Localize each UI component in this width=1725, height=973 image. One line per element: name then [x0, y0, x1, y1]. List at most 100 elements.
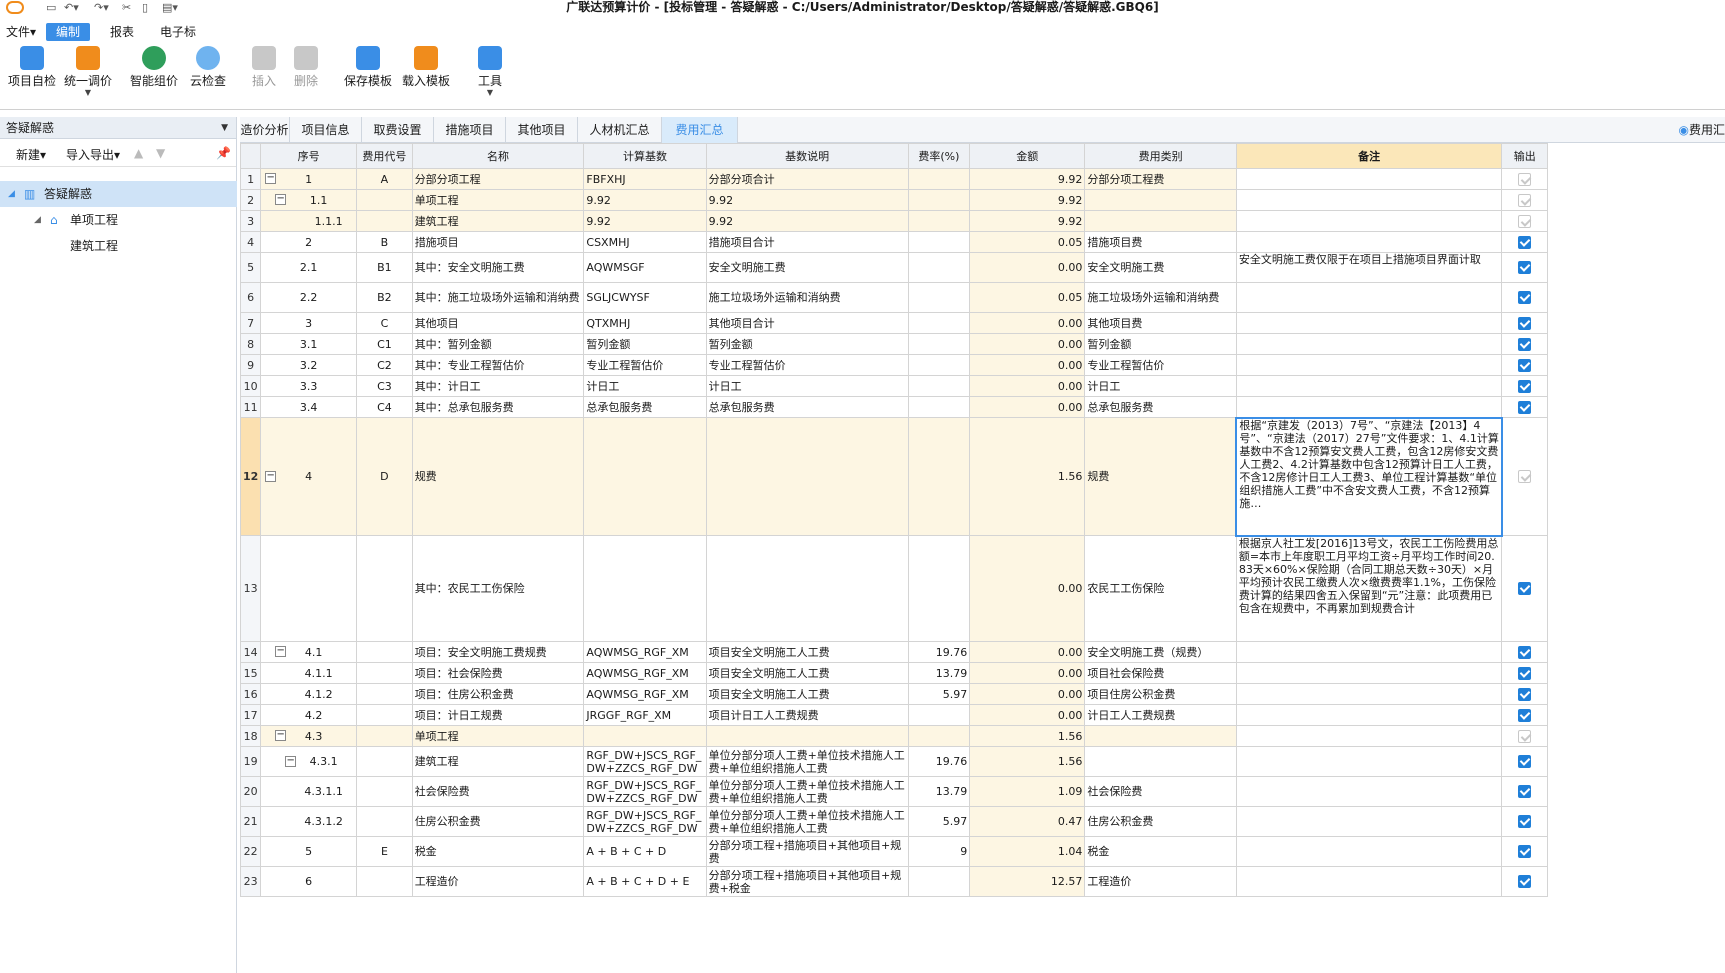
desc-cell[interactable]: 施工垃圾场外运输和消纳费: [705, 282, 909, 313]
column-header[interactable]: 费用类别: [1084, 143, 1237, 169]
amount-cell[interactable]: 0.00: [969, 312, 1086, 334]
tab-0[interactable]: 造价分析: [240, 117, 290, 143]
desc-cell[interactable]: 项目计日工人工费规费: [705, 704, 909, 726]
note-cell[interactable]: [1235, 375, 1503, 397]
output-cell[interactable]: [1501, 662, 1548, 684]
seq-cell[interactable]: − 1.1: [260, 189, 358, 211]
base-cell[interactable]: AQWMSG_RGF_XM: [583, 662, 707, 684]
desc-cell[interactable]: 专业工程暂估价: [705, 354, 909, 376]
row-number-cell[interactable]: 20: [239, 776, 262, 807]
category-cell[interactable]: [1084, 746, 1237, 777]
base-cell[interactable]: 暂列金额: [583, 333, 707, 355]
base-cell[interactable]: 总承包服务费: [583, 396, 707, 418]
amount-cell[interactable]: 1.56: [969, 417, 1086, 536]
note-cell[interactable]: 根据“京建发（2013）7号”、“京建法【2013】4号”、“京建法（2017）…: [1235, 416, 1503, 537]
code-cell[interactable]: [356, 776, 413, 807]
seq-cell[interactable]: −4: [260, 417, 358, 536]
tree-item-unit[interactable]: ◢ ⌂ 单项工程: [0, 207, 237, 233]
amount-cell[interactable]: 12.57: [969, 866, 1086, 897]
note-cell[interactable]: [1235, 725, 1503, 747]
seq-cell[interactable]: − 4.1: [260, 641, 358, 663]
base-cell[interactable]: RGF_DW+JSCS_RGF_DW+ZZCS_RGF_DW: [583, 746, 707, 777]
row-number-cell[interactable]: 12: [239, 417, 262, 536]
amount-cell[interactable]: 0.00: [969, 704, 1086, 726]
table-row[interactable]: 22 5 E 税金 A + B + C + D 分部分项工程+措施项目+其他项目+规费 9 1…: [239, 836, 1548, 867]
tab-2[interactable]: 取费设置: [362, 117, 434, 143]
row-number-cell[interactable]: 1: [239, 168, 262, 190]
code-cell[interactable]: [356, 746, 413, 777]
table-row[interactable]: 8 3.1 C1 其中：暂列金额 暂列金额 暂列金额 0.00 暂列金额: [239, 333, 1548, 355]
category-cell[interactable]: 安全文明施工费（规费）: [1084, 641, 1237, 663]
output-checkbox[interactable]: [1518, 358, 1532, 372]
output-checkbox[interactable]: [1518, 785, 1532, 799]
amount-cell[interactable]: 0.05: [969, 231, 1086, 253]
code-cell[interactable]: E: [356, 836, 413, 867]
name-cell[interactable]: 单项工程: [411, 189, 585, 211]
code-cell[interactable]: [356, 704, 413, 726]
note-cell[interactable]: 安全文明施工费仅限于在项目上措施项目界面计取: [1235, 252, 1503, 283]
rate-cell[interactable]: 19.76: [907, 641, 971, 663]
output-checkbox[interactable]: [1518, 729, 1532, 743]
output-cell[interactable]: [1501, 189, 1548, 211]
desc-cell[interactable]: 分部分项工程+措施项目+其他项目+规费+税金: [705, 866, 909, 897]
amount-cell[interactable]: 0.00: [969, 252, 1086, 283]
base-cell[interactable]: CSXMHJ: [583, 231, 707, 253]
category-cell[interactable]: [1084, 725, 1237, 747]
output-checkbox[interactable]: [1518, 815, 1532, 829]
base-cell[interactable]: FBFXHJ: [583, 168, 707, 190]
collapse-icon[interactable]: −: [265, 470, 277, 482]
rate-cell[interactable]: [907, 252, 971, 283]
note-cell[interactable]: [1235, 354, 1503, 376]
amount-cell[interactable]: 0.00: [969, 535, 1086, 642]
code-cell[interactable]: [356, 662, 413, 684]
delete-button[interactable]: 删除: [294, 46, 318, 89]
amount-cell[interactable]: 0.00: [969, 683, 1086, 705]
seq-cell[interactable]: 4.3.1.2: [260, 806, 358, 837]
amount-cell[interactable]: 1.04: [969, 836, 1086, 867]
category-cell[interactable]: [1084, 189, 1237, 211]
desc-cell[interactable]: 安全文明施工费: [705, 252, 909, 283]
code-cell[interactable]: [356, 210, 413, 232]
row-number-cell[interactable]: 6: [239, 282, 262, 313]
output-checkbox[interactable]: [1518, 337, 1532, 351]
output-cell[interactable]: [1501, 282, 1548, 313]
table-row[interactable]: 6 2.2 B2 其中：施工垃圾场外运输和消纳费 SGLJCWYSF 施工垃圾场外运输和消…: [239, 282, 1548, 313]
seq-cell[interactable]: 4.2: [260, 704, 358, 726]
output-checkbox[interactable]: [1518, 291, 1532, 305]
tab-6[interactable]: 费用汇总: [662, 117, 738, 143]
code-cell[interactable]: C4: [356, 396, 413, 418]
tree-item-sub[interactable]: 建筑工程: [0, 233, 237, 259]
table-row[interactable]: 4 2 B 措施项目 CSXMHJ 措施项目合计 0.05 措施项目费: [239, 231, 1548, 253]
note-cell[interactable]: [1235, 662, 1503, 684]
row-number-cell[interactable]: 22: [239, 836, 262, 867]
output-checkbox[interactable]: [1518, 687, 1532, 701]
note-cell[interactable]: [1235, 189, 1503, 211]
output-checkbox[interactable]: [1518, 172, 1532, 186]
note-cell[interactable]: [1235, 312, 1503, 334]
name-cell[interactable]: 税金: [411, 836, 585, 867]
table-row[interactable]: 20 4.3.1.1 社会保险费 RGF_DW+JSCS_RGF_DW+ZZCS_RG…: [239, 776, 1548, 807]
code-cell[interactable]: B: [356, 231, 413, 253]
name-cell[interactable]: 其中：总承包服务费: [411, 396, 585, 418]
note-cell[interactable]: [1235, 683, 1503, 705]
rate-cell[interactable]: 5.97: [907, 683, 971, 705]
rate-cell[interactable]: [907, 354, 971, 376]
amount-cell[interactable]: 1.56: [969, 725, 1086, 747]
amount-cell[interactable]: 0.00: [969, 641, 1086, 663]
output-checkbox[interactable]: [1518, 755, 1532, 769]
seq-cell[interactable]: 3.3: [260, 375, 358, 397]
code-cell[interactable]: A: [356, 168, 413, 190]
output-checkbox[interactable]: [1518, 582, 1532, 596]
name-cell[interactable]: 措施项目: [411, 231, 585, 253]
output-cell[interactable]: [1501, 168, 1548, 190]
amount-cell[interactable]: 1.56: [969, 746, 1086, 777]
column-header[interactable]: 序号: [260, 143, 358, 169]
seq-cell[interactable]: − 4.3: [260, 725, 358, 747]
seq-cell[interactable]: 3.4: [260, 396, 358, 418]
name-cell[interactable]: 项目：计日工规费: [411, 704, 585, 726]
code-cell[interactable]: C3: [356, 375, 413, 397]
amount-cell[interactable]: 0.00: [969, 354, 1086, 376]
base-cell[interactable]: 专业工程暂估价: [583, 354, 707, 376]
base-cell[interactable]: A + B + C + D: [583, 836, 707, 867]
name-cell[interactable]: 其中：专业工程暂估价: [411, 354, 585, 376]
